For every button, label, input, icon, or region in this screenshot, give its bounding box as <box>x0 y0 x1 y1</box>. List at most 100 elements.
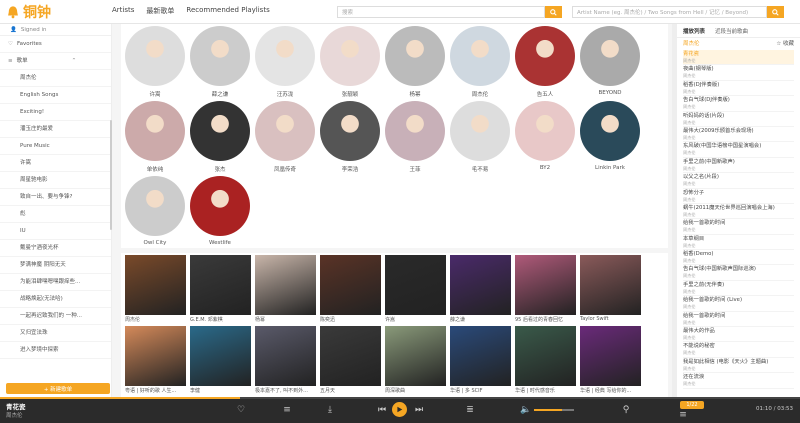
lyrics-icon[interactable]: ≣ <box>464 404 476 416</box>
album-card[interactable]: 95 后看过的青春回忆 <box>515 255 576 323</box>
song-search-button[interactable] <box>767 6 784 18</box>
add-to-playlist-icon[interactable]: ≡ <box>281 404 293 416</box>
link-icon[interactable]: ⚲ <box>620 404 632 416</box>
queue-item[interactable]: 给我一首歌的时间 (Live) 周杰伦 <box>683 296 794 312</box>
volume-icon[interactable]: 🔈 <box>520 404 532 416</box>
queue-item[interactable]: 听妈妈的话(片段) 周杰伦 <box>683 112 794 127</box>
queue-item[interactable]: 东风破(中国华语榜中国星演唱会) 周杰伦 <box>683 142 794 158</box>
artist-card[interactable]: BY2 <box>513 101 577 171</box>
sidebar-playlist-item[interactable]: 战略焕起(无法哈) <box>0 291 111 308</box>
sidebar-playlist-item[interactable]: 许嵩 <box>0 155 111 172</box>
play-button[interactable] <box>392 402 407 417</box>
album-card[interactable]: 五月天 <box>320 326 381 394</box>
chevron-up-icon[interactable]: ⌃ <box>72 53 77 70</box>
artist-card[interactable]: BEYOND <box>578 26 642 96</box>
album-card[interactable]: 极本嘉不了, 叫不到外... <box>255 326 316 394</box>
artist-card[interactable]: 张杰 <box>188 101 252 173</box>
queue-item[interactable]: 手里之前(中国新歌声) 周杰伦 <box>683 158 794 174</box>
next-icon[interactable]: ⏭ <box>413 404 425 416</box>
queue-item[interactable]: 蜗牛(2011魔天伦世界巡回演唱会上海) 周杰伦 <box>683 204 794 220</box>
now-playing-artist[interactable]: 周杰伦 <box>6 411 23 419</box>
album-card[interactable]: 薛之谦 <box>450 255 511 323</box>
queue-item[interactable]: 夜曲(钢琴版) 周杰伦 <box>683 65 794 81</box>
album-card[interactable]: 华语 | 多 SCIF <box>450 326 511 394</box>
artist-card[interactable]: 毛不易 <box>448 101 512 173</box>
queue-item[interactable]: 告白气球(中国新歌声国际巡演) 周杰伦 <box>683 265 794 281</box>
app-logo[interactable]: 铜钟 <box>6 3 51 21</box>
artist-card[interactable]: 告五人 <box>513 26 577 98</box>
tab-record[interactable]: 近段当前歌曲 <box>715 27 748 35</box>
tab-playlist[interactable]: 播放列表 <box>683 27 705 35</box>
album-card[interactable]: 李健 <box>190 326 251 394</box>
album-card[interactable]: 周深歌曲 <box>385 326 446 394</box>
sidebar-playlist-item[interactable]: 为能泪肆嘿嗯嘿跟痒些... <box>0 274 111 291</box>
queue-item[interactable]: 还在流浪 周杰伦 <box>683 373 794 389</box>
queue-item[interactable]: 青花瓷 周杰伦 <box>683 50 794 66</box>
sidebar-playlist-item[interactable]: 彪 <box>0 206 111 223</box>
queue-item[interactable]: 我是如此相信 (电影《天火》主题曲) 周杰伦 <box>683 358 794 374</box>
queue-item[interactable]: 手里之前(无伴奏) 周杰伦 <box>683 281 794 297</box>
album-card[interactable]: 杨幂 <box>255 255 316 323</box>
queue-icon[interactable]: ≡ <box>677 409 689 421</box>
download-icon[interactable]: ⤓ <box>324 404 336 416</box>
album-card[interactable]: G.E.M. 邓紫棋 <box>190 255 251 323</box>
artist-card[interactable]: 王菲 <box>383 101 447 173</box>
queue-item[interactable]: 最伟大(2009乐颁首乐会现场) 周杰伦 <box>683 127 794 143</box>
sidebar-playlist-item[interactable]: 致自一出、要与争锋? <box>0 189 111 206</box>
artist-card[interactable]: 单依纯 <box>123 101 187 173</box>
artist-card[interactable]: 汪苏泷 <box>253 26 317 98</box>
sidebar-playlist-item[interactable]: Exciting! <box>0 104 111 121</box>
artist-card[interactable]: Westlife <box>188 176 252 246</box>
favorite-playlist-button[interactable]: ☆ 收藏 <box>776 38 794 50</box>
song-search-input[interactable]: Artist Name (eg. 周杰伦) / Two Songs from H… <box>572 6 767 18</box>
artist-card[interactable]: 李荣浩 <box>318 101 382 173</box>
queue-item[interactable]: 稻香(Demo) 周杰伦 <box>683 250 794 266</box>
heart-icon[interactable]: ♡ <box>235 404 247 416</box>
playlist-search-button[interactable] <box>545 6 562 18</box>
album-card[interactable]: 陈奕迅 <box>320 255 381 323</box>
sidebar-playlist-item[interactable]: 周杰伦 <box>0 70 111 87</box>
sidebar-playlist-item[interactable]: English Songs <box>0 87 111 104</box>
nav-recommended-playlists[interactable]: Recommended Playlists <box>186 6 269 16</box>
nav-artists[interactable]: Artists <box>112 6 134 16</box>
album-card[interactable]: 许嵩 <box>385 255 446 323</box>
queue-item[interactable]: 不能说的秘密 周杰伦 <box>683 342 794 358</box>
sidebar-playlist-item[interactable]: Pure Music <box>0 138 111 155</box>
sidebar-playlist-item[interactable]: 进入梦境中探索 <box>0 342 111 359</box>
artist-card[interactable]: Owl City <box>123 176 187 246</box>
album-card[interactable]: 粤语 | 好听的歌 人生... <box>125 326 186 394</box>
album-card[interactable]: 华语 | 时代感音乐 <box>515 326 576 394</box>
queue-playlist-name[interactable]: 周杰伦 <box>683 41 700 47</box>
artist-card[interactable]: 薛之谦 <box>188 26 252 98</box>
volume-slider[interactable] <box>534 409 574 411</box>
sidebar-favorites[interactable]: ♡ Favorites <box>0 36 111 53</box>
sidebar-playlists-header[interactable]: ≡ 歌单 ⌃ <box>0 53 111 70</box>
new-playlist-button[interactable]: + 新建歌单 <box>6 383 110 394</box>
progress-bar[interactable] <box>0 397 800 399</box>
artist-card[interactable]: 凤凰传奇 <box>253 101 317 173</box>
sidebar-playlist-item[interactable]: 戴曼宁酒夜光杯 <box>0 240 111 257</box>
artist-card[interactable]: Linkin Park <box>578 101 642 171</box>
queue-item[interactable]: 给我一首歌的时间 周杰伦 <box>683 312 794 328</box>
sidebar-playlist-item[interactable]: 周星驰电影 <box>0 172 111 189</box>
queue-item[interactable]: 告白气球(DJ伴奏版) 周杰伦 <box>683 96 794 112</box>
queue-item[interactable]: 恐怖分子 周杰伦 <box>683 189 794 204</box>
album-card[interactable]: 周杰伦 <box>125 255 186 323</box>
nav-latest-playlists[interactable]: 最新歌单 <box>146 6 174 16</box>
queue-item[interactable]: 最伟大的作品 周杰伦 <box>683 327 794 343</box>
queue-item[interactable]: 本草纲目 周杰伦 <box>683 235 794 251</box>
artist-card[interactable]: 张靓颖 <box>318 26 382 98</box>
sidebar-playlist-item[interactable]: 潘玉庄的最爱 <box>0 121 111 138</box>
sidebar-playlist-item[interactable]: IU <box>0 223 111 240</box>
queue-item[interactable]: 给我一首歌的时间 周杰伦 <box>683 219 794 235</box>
artist-card[interactable]: 周杰伦 <box>448 26 512 98</box>
sidebar-playlist-item[interactable]: 又归宜法珠 <box>0 325 111 342</box>
playlist-search-input[interactable]: 搜索 <box>337 6 545 18</box>
sidebar-playlist-item[interactable]: 梦满神魔 阴阳无天 <box>0 257 111 274</box>
artist-card[interactable]: 杨幂 <box>383 26 447 98</box>
album-card[interactable]: 华语 | 经典 写给你的... <box>580 326 641 394</box>
album-card[interactable]: Taylor Swift <box>580 255 641 322</box>
sidebar-scrollbar[interactable] <box>110 120 112 230</box>
sidebar-playlist-item[interactable]: 一起再迟致我们的 一种... <box>0 308 111 325</box>
signed-in-status[interactable]: 👤 Signed in <box>0 24 111 36</box>
